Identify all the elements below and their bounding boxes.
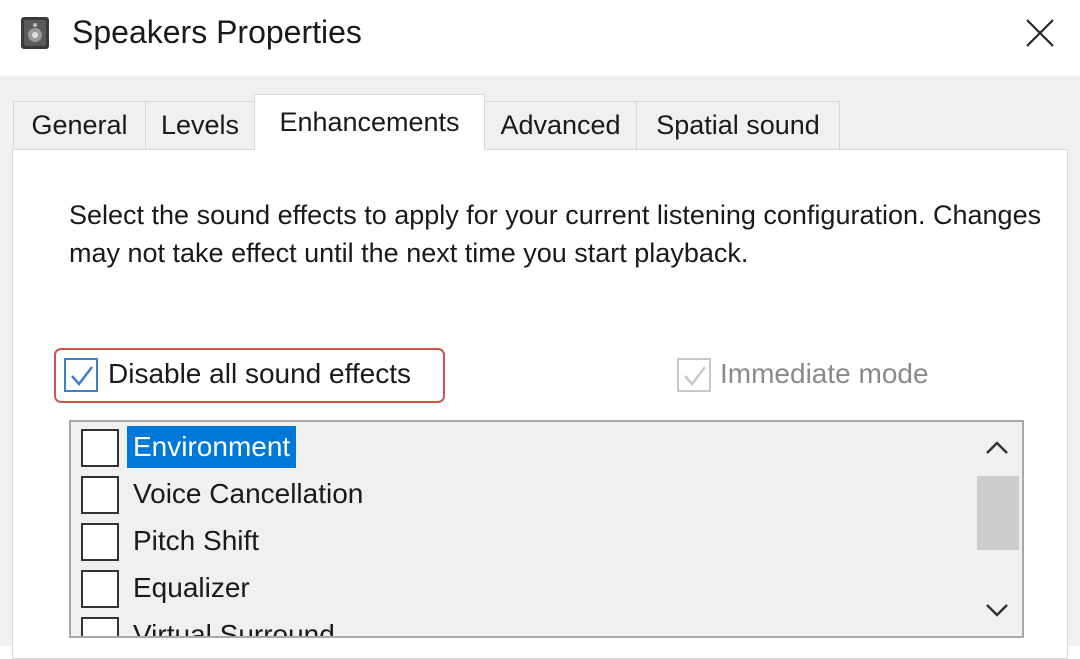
tab-label: Advanced — [500, 110, 621, 140]
effect-label: Virtual Surround — [133, 619, 335, 638]
tab-label: Levels — [160, 110, 240, 140]
tab-advanced[interactable]: Advanced — [484, 101, 637, 149]
effect-checkbox[interactable] — [81, 476, 119, 514]
disable-all-label[interactable]: Disable all sound effects — [108, 358, 411, 390]
list-item-equalizer[interactable]: Equalizer — [71, 565, 961, 611]
list-item-virtual-surround[interactable]: Virtual Surround — [71, 612, 961, 638]
effect-label: Pitch Shift — [133, 525, 260, 556]
close-button[interactable] — [1010, 8, 1070, 58]
scroll-up-button[interactable] — [972, 424, 1022, 472]
checkmark-icon — [684, 366, 706, 386]
list-item-pitch-shift[interactable]: Pitch Shift — [71, 518, 961, 564]
effect-label: Equalizer — [133, 572, 250, 603]
chevron-down-icon — [986, 604, 1008, 617]
effect-checkbox[interactable] — [81, 523, 119, 561]
scroll-thumb[interactable] — [977, 476, 1019, 550]
effect-checkbox[interactable] — [81, 617, 119, 636]
effect-label: Environment — [127, 426, 297, 468]
disable-all-checkbox[interactable] — [64, 358, 98, 392]
effect-checkbox[interactable] — [81, 429, 119, 467]
close-icon — [1026, 19, 1054, 47]
tab-levels[interactable]: Levels — [145, 101, 255, 149]
effects-list[interactable]: Environment Voice Cancellation Pitch Shi… — [69, 420, 1024, 638]
enhancements-panel: Select the sound effects to apply for yo… — [12, 149, 1068, 659]
effect-label: Voice Cancellation — [133, 478, 364, 509]
speaker-icon — [20, 16, 50, 50]
tab-spatial-sound[interactable]: Spatial sound — [636, 101, 840, 149]
tab-label: General — [31, 110, 128, 140]
tab-enhancements[interactable]: Enhancements — [254, 94, 485, 150]
tab-label: Enhancements — [279, 107, 460, 137]
window-title: Speakers Properties — [72, 14, 362, 50]
checkmark-icon — [71, 366, 93, 386]
chevron-up-icon — [986, 441, 1008, 454]
tab-general[interactable]: General — [13, 101, 146, 149]
list-item-voice-cancellation[interactable]: Voice Cancellation — [71, 471, 961, 517]
description-text: Select the sound effects to apply for yo… — [69, 200, 1042, 268]
immediate-mode-label: Immediate mode — [720, 358, 929, 389]
effect-checkbox[interactable] — [81, 570, 119, 608]
vertical-scrollbar[interactable] — [972, 422, 1022, 636]
immediate-mode-checkbox — [677, 358, 711, 392]
scroll-down-button[interactable] — [972, 586, 1022, 634]
title-bar: Speakers Properties — [0, 0, 1080, 76]
list-item-environment[interactable]: Environment — [71, 424, 961, 470]
dialog-body: General Levels Enhancements Advanced Spa… — [0, 76, 1080, 659]
tab-label: Spatial sound — [656, 110, 820, 140]
